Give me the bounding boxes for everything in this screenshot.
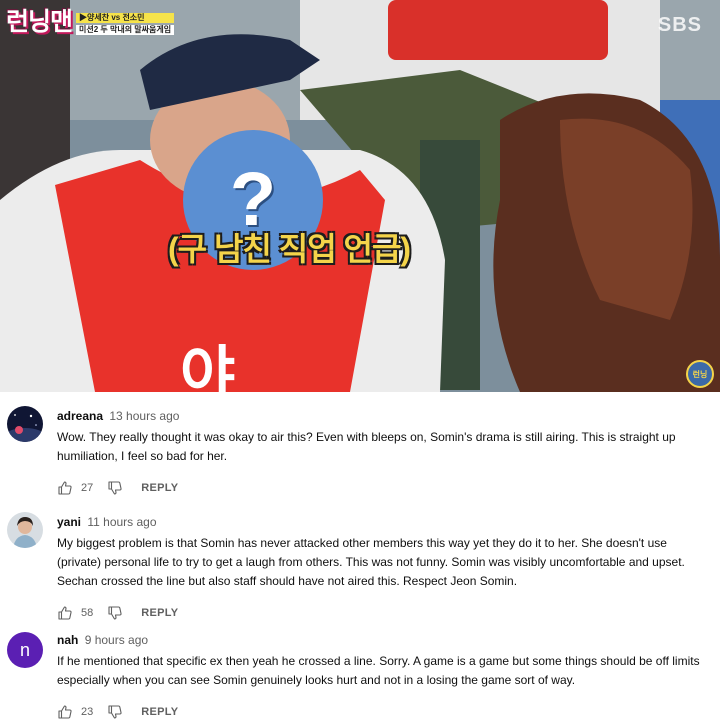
avatar-letter: n bbox=[7, 632, 43, 668]
user-avatar[interactable] bbox=[7, 406, 43, 442]
broadcaster-watermark: SBS bbox=[657, 14, 702, 36]
photo-avatar-icon bbox=[7, 512, 43, 548]
user-avatar[interactable]: n bbox=[7, 632, 43, 668]
show-subtitle-line1: ▶양세찬 vs 전소민 bbox=[76, 13, 175, 23]
show-logo: 런닝맨 ▶양세찬 vs 전소민 미션2 두 막내의 말싸움게임 bbox=[6, 8, 175, 36]
reply-button[interactable]: REPLY bbox=[141, 607, 178, 619]
comment-timestamp[interactable]: 9 hours ago bbox=[85, 633, 148, 647]
like-count: 23 bbox=[81, 706, 94, 718]
comment-author[interactable]: nah bbox=[57, 633, 78, 647]
thumbs-up-icon[interactable] bbox=[57, 480, 73, 496]
video-caption: (구 남친 직업 언급) bbox=[168, 231, 411, 267]
night-sky-avatar-icon bbox=[7, 406, 43, 442]
thumbs-down-icon[interactable] bbox=[107, 605, 123, 621]
comment-author[interactable]: adreana bbox=[57, 409, 103, 423]
user-avatar[interactable] bbox=[7, 512, 43, 548]
comments-section: adreana 13 hours ago Wow. They really th… bbox=[0, 392, 720, 723]
reply-button[interactable]: REPLY bbox=[141, 482, 178, 494]
thumbs-up-icon[interactable] bbox=[57, 704, 73, 720]
show-subtitle-line2: 미션2 두 막내의 말싸움게임 bbox=[76, 25, 175, 35]
video-scene: 야 bbox=[0, 0, 720, 392]
thumbs-down-icon[interactable] bbox=[107, 704, 123, 720]
comment-text: My biggest problem is that Somin has nev… bbox=[57, 536, 685, 588]
bib-text: 야 bbox=[180, 341, 235, 392]
thumbs-down-icon[interactable] bbox=[107, 480, 123, 496]
channel-badge: 런닝 bbox=[686, 360, 714, 388]
like-count: 58 bbox=[81, 607, 94, 619]
thumbs-up-icon[interactable] bbox=[57, 605, 73, 621]
comment-actions: 58 REPLY bbox=[57, 605, 714, 621]
comment-timestamp[interactable]: 11 hours ago bbox=[87, 515, 156, 529]
comment-text: Wow. They really thought it was okay to … bbox=[57, 430, 676, 463]
reply-button[interactable]: REPLY bbox=[141, 706, 178, 718]
video-thumbnail[interactable]: 야 런닝맨 ▶양세찬 vs 전소민 미션2 두 막내의 말싸움게임 SBS ? … bbox=[0, 0, 720, 392]
comment-actions: 23 REPLY bbox=[57, 704, 714, 720]
comment-text: If he mentioned that specific ex then ye… bbox=[57, 654, 700, 687]
comment-timestamp[interactable]: 13 hours ago bbox=[109, 409, 179, 423]
comment-author[interactable]: yani bbox=[57, 515, 81, 529]
show-logo-subtitle: ▶양세찬 vs 전소민 미션2 두 막내의 말싸움게임 bbox=[76, 10, 175, 35]
show-logo-title: 런닝맨 bbox=[6, 8, 73, 36]
like-count: 27 bbox=[81, 482, 94, 494]
comment-actions: 27 REPLY bbox=[57, 480, 714, 496]
